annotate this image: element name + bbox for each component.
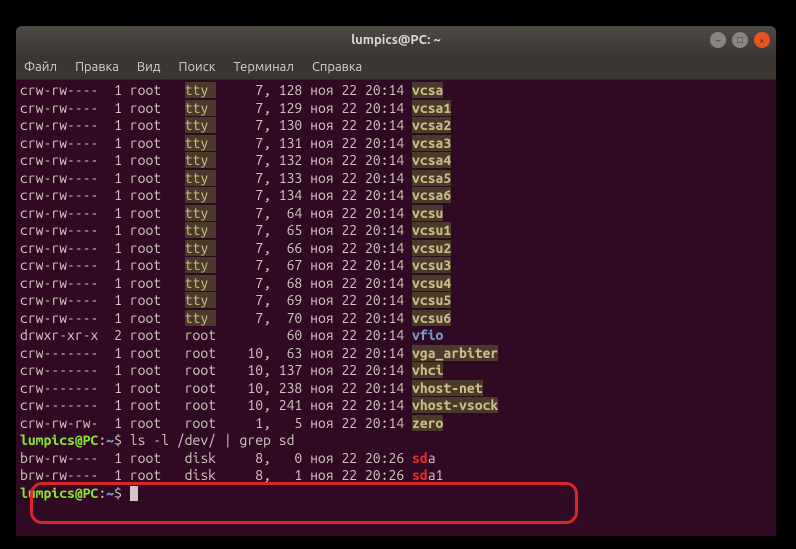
terminal-output[interactable]: crw-rw---- 1 root tty 7, 128 ноя 22 20:1… xyxy=(16,80,776,504)
grep-row: brw-rw---- 1 root disk 8, 1 ноя 22 20:26… xyxy=(20,467,772,485)
ls-row: crw-rw---- 1 root tty 7, 134 ноя 22 20:1… xyxy=(20,187,772,205)
ls-row: crw-rw---- 1 root tty 7, 66 ноя 22 20:14… xyxy=(20,240,772,258)
ls-row: crw-rw---- 1 root tty 7, 133 ноя 22 20:1… xyxy=(20,170,772,188)
prompt-line[interactable]: lumpics@PC:~$ xyxy=(20,485,772,503)
ls-row: crw------- 1 root root 10, 63 ноя 22 20:… xyxy=(20,345,772,363)
menu-file[interactable]: Файл xyxy=(24,60,57,74)
ls-row: crw-rw---- 1 root tty 7, 69 ноя 22 20:14… xyxy=(20,292,772,310)
grep-row: brw-rw---- 1 root disk 8, 0 ноя 22 20:26… xyxy=(20,450,772,468)
ls-row: crw------- 1 root root 10, 137 ноя 22 20… xyxy=(20,362,772,380)
ls-row: crw-rw---- 1 root tty 7, 70 ноя 22 20:14… xyxy=(20,310,772,328)
ls-row: crw-rw---- 1 root tty 7, 130 ноя 22 20:1… xyxy=(20,117,772,135)
cursor xyxy=(130,486,138,501)
maximize-button[interactable]: □ xyxy=(732,32,748,48)
ls-row: crw-rw---- 1 root tty 7, 129 ноя 22 20:1… xyxy=(20,100,772,118)
menu-terminal[interactable]: Терминал xyxy=(233,60,293,74)
ls-row: crw-rw-rw- 1 root root 1, 5 ноя 22 20:14… xyxy=(20,415,772,433)
ls-row: crw-rw---- 1 root tty 7, 128 ноя 22 20:1… xyxy=(20,82,772,100)
ls-row: crw-rw---- 1 root tty 7, 132 ноя 22 20:1… xyxy=(20,152,772,170)
prompt-line: lumpics@PC:~$ ls -l /dev/ | grep sd xyxy=(20,432,772,450)
ls-row: crw------- 1 root root 10, 238 ноя 22 20… xyxy=(20,380,772,398)
menubar: Файл Правка Вид Поиск Терминал Справка xyxy=(16,54,776,80)
ls-row: crw-rw---- 1 root tty 7, 68 ноя 22 20:14… xyxy=(20,275,772,293)
minimize-button[interactable]: – xyxy=(710,32,726,48)
menu-edit[interactable]: Правка xyxy=(75,60,119,74)
window-controls: – □ × xyxy=(710,32,770,48)
ls-row: crw-rw---- 1 root tty 7, 65 ноя 22 20:14… xyxy=(20,222,772,240)
menu-view[interactable]: Вид xyxy=(137,60,161,74)
ls-row: crw-rw---- 1 root tty 7, 67 ноя 22 20:14… xyxy=(20,257,772,275)
ls-row: crw------- 1 root root 10, 241 ноя 22 20… xyxy=(20,397,772,415)
ls-row: crw-rw---- 1 root tty 7, 131 ноя 22 20:1… xyxy=(20,135,772,153)
ls-row: crw-rw---- 1 root tty 7, 64 ноя 22 20:14… xyxy=(20,205,772,223)
ls-row: drwxr-xr-x 2 root root 60 ноя 22 20:14 v… xyxy=(20,327,772,345)
titlebar[interactable]: lumpics@PC: ~ – □ × xyxy=(16,26,776,54)
terminal-window: lumpics@PC: ~ – □ × Файл Правка Вид Поис… xyxy=(16,26,776,536)
menu-search[interactable]: Поиск xyxy=(178,60,215,74)
window-title: lumpics@PC: ~ xyxy=(16,33,776,47)
menu-help[interactable]: Справка xyxy=(312,60,362,74)
close-button[interactable]: × xyxy=(754,32,770,48)
